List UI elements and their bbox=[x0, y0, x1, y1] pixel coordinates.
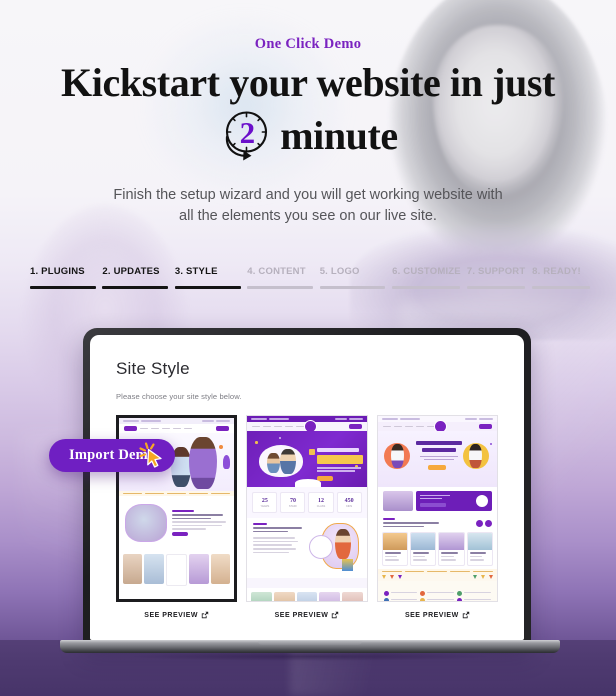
step-label: 5. LOGO bbox=[319, 266, 360, 277]
clock-number: 2 bbox=[239, 114, 256, 150]
step-progress-bar bbox=[319, 286, 386, 289]
step-progress-bar bbox=[247, 286, 313, 289]
mini-bunting bbox=[377, 573, 497, 581]
wizard-step-nav: 1. PLUGINS 2. UPDATES 3. STYLE 4. CONTEN… bbox=[30, 266, 591, 289]
stat-label: CLASS bbox=[316, 504, 326, 508]
step-item-style[interactable]: 3. STYLE bbox=[174, 266, 241, 289]
external-link-icon bbox=[201, 611, 209, 619]
mini-footer-heading bbox=[247, 578, 367, 588]
laptop-shadow bbox=[70, 652, 550, 661]
hero-headline-line2: 2 minute bbox=[0, 107, 616, 165]
style-card-excellence-purple[interactable]: 25 YEARS 70 STAFF 12 CLASS 450 KIDS SEE … bbox=[246, 415, 368, 619]
hero-headline-tail: minute bbox=[280, 113, 398, 158]
external-link-icon bbox=[462, 611, 470, 619]
style-card-list: SEE PREVIEW 25 YEARS 70 STAFF 12 CLASS 4… bbox=[116, 415, 498, 619]
mini-nav bbox=[377, 420, 497, 433]
step-item-updates[interactable]: 2. UPDATES bbox=[102, 266, 169, 289]
mini-site-preview bbox=[377, 416, 497, 601]
see-preview-link[interactable]: SEE PREVIEW bbox=[246, 611, 367, 619]
style-card-be-safe-be-kind[interactable]: SEE PREVIEW bbox=[376, 415, 498, 619]
step-label: 7. SUPPORT bbox=[466, 266, 526, 277]
mini-hero bbox=[377, 431, 497, 487]
step-item-plugins[interactable]: 1. PLUGINS bbox=[30, 266, 96, 289]
external-link-icon bbox=[331, 611, 339, 619]
laptop-mockup: Site Style Please choose your site style… bbox=[60, 328, 560, 668]
hero-section: One Click Demo Kickstart your website in… bbox=[0, 0, 616, 227]
stat-value: 70 bbox=[289, 497, 296, 504]
pointer-cursor-icon bbox=[139, 441, 169, 471]
mini-section-video bbox=[377, 487, 497, 515]
see-preview-label: SEE PREVIEW bbox=[404, 611, 459, 619]
step-progress-bar bbox=[392, 286, 461, 289]
step-item-logo[interactable]: 5. LOGO bbox=[319, 266, 386, 289]
step-label: 3. STYLE bbox=[174, 266, 218, 277]
step-progress-bar bbox=[30, 286, 96, 289]
hero-eyebrow: One Click Demo bbox=[254, 36, 362, 52]
see-preview-label: SEE PREVIEW bbox=[144, 611, 199, 619]
stat-label: STAFF bbox=[288, 504, 297, 508]
step-item-customize[interactable]: 6. CUSTOMIZE bbox=[392, 266, 461, 289]
style-thumbnail[interactable]: 25 YEARS 70 STAFF 12 CLASS 450 KIDS bbox=[246, 415, 368, 602]
mini-feature-icons-2 bbox=[377, 597, 497, 601]
page-title: Site Style bbox=[116, 359, 190, 378]
mini-footer-heading bbox=[119, 590, 235, 599]
step-item-support[interactable]: 7. SUPPORT bbox=[466, 266, 526, 289]
step-label: 2. UPDATES bbox=[102, 266, 160, 277]
style-thumbnail[interactable] bbox=[376, 415, 498, 602]
hero-subcopy: Finish the setup wizard and you will get… bbox=[0, 185, 616, 227]
step-label: 1. PLUGINS bbox=[30, 266, 85, 277]
mini-hero bbox=[247, 431, 367, 487]
mini-section-heading bbox=[377, 515, 497, 533]
step-progress-bar bbox=[102, 286, 169, 289]
mini-site-preview: 25 YEARS 70 STAFF 12 CLASS 450 KIDS bbox=[247, 416, 367, 601]
mini-section-about bbox=[119, 496, 235, 550]
mini-stats-row: 25 YEARS 70 STAFF 12 CLASS 450 KIDS bbox=[247, 487, 367, 518]
hero-subcopy-line2: all the elements you see on our live sit… bbox=[179, 208, 437, 224]
page-subtitle: Please choose your site style below. bbox=[116, 392, 242, 401]
mini-section-features bbox=[247, 518, 367, 578]
setup-wizard-page: Site Style Please choose your site style… bbox=[90, 335, 524, 619]
mini-nav bbox=[247, 420, 367, 433]
hero-subcopy-line1: Finish the setup wizard and you will get… bbox=[113, 187, 503, 203]
laptop-lid: Site Style Please choose your site style… bbox=[83, 328, 531, 646]
step-progress-bar bbox=[174, 286, 241, 289]
stat-value: 25 bbox=[261, 497, 268, 504]
step-item-ready[interactable]: 8. READY! bbox=[532, 266, 591, 289]
mini-gallery-bottom bbox=[247, 588, 367, 601]
laptop-screen: Site Style Please choose your site style… bbox=[90, 335, 524, 640]
hero-headline: Kickstart your website in just 2 minute bbox=[0, 61, 616, 165]
stat-label: YEARS bbox=[260, 504, 270, 508]
step-label: 4. CONTENT bbox=[247, 266, 306, 277]
step-label: 8. READY! bbox=[532, 266, 581, 277]
stat-value: 450 bbox=[344, 497, 354, 504]
stat-label: KIDS bbox=[346, 504, 353, 508]
hero-headline-line1: Kickstart your website in just bbox=[61, 60, 555, 105]
step-progress-bar bbox=[532, 286, 591, 289]
mini-gallery bbox=[119, 550, 235, 590]
mini-feature-icons-1 bbox=[377, 588, 497, 598]
clock-icon: 2 bbox=[218, 107, 276, 165]
step-item-content[interactable]: 4. CONTENT bbox=[247, 266, 313, 289]
page-root: One Click Demo Kickstart your website in… bbox=[0, 0, 616, 696]
step-label: 6. CUSTOMIZE bbox=[392, 266, 461, 277]
mini-gallery-bottom bbox=[119, 600, 234, 602]
mini-nav bbox=[119, 424, 235, 433]
see-preview-link[interactable]: SEE PREVIEW bbox=[116, 611, 237, 619]
see-preview-link[interactable]: SEE PREVIEW bbox=[377, 611, 498, 619]
see-preview-label: SEE PREVIEW bbox=[274, 611, 329, 619]
step-progress-bar bbox=[466, 286, 526, 289]
stat-value: 12 bbox=[318, 497, 325, 504]
mini-course-cards bbox=[378, 532, 497, 569]
mini-footer-heading bbox=[377, 580, 497, 589]
